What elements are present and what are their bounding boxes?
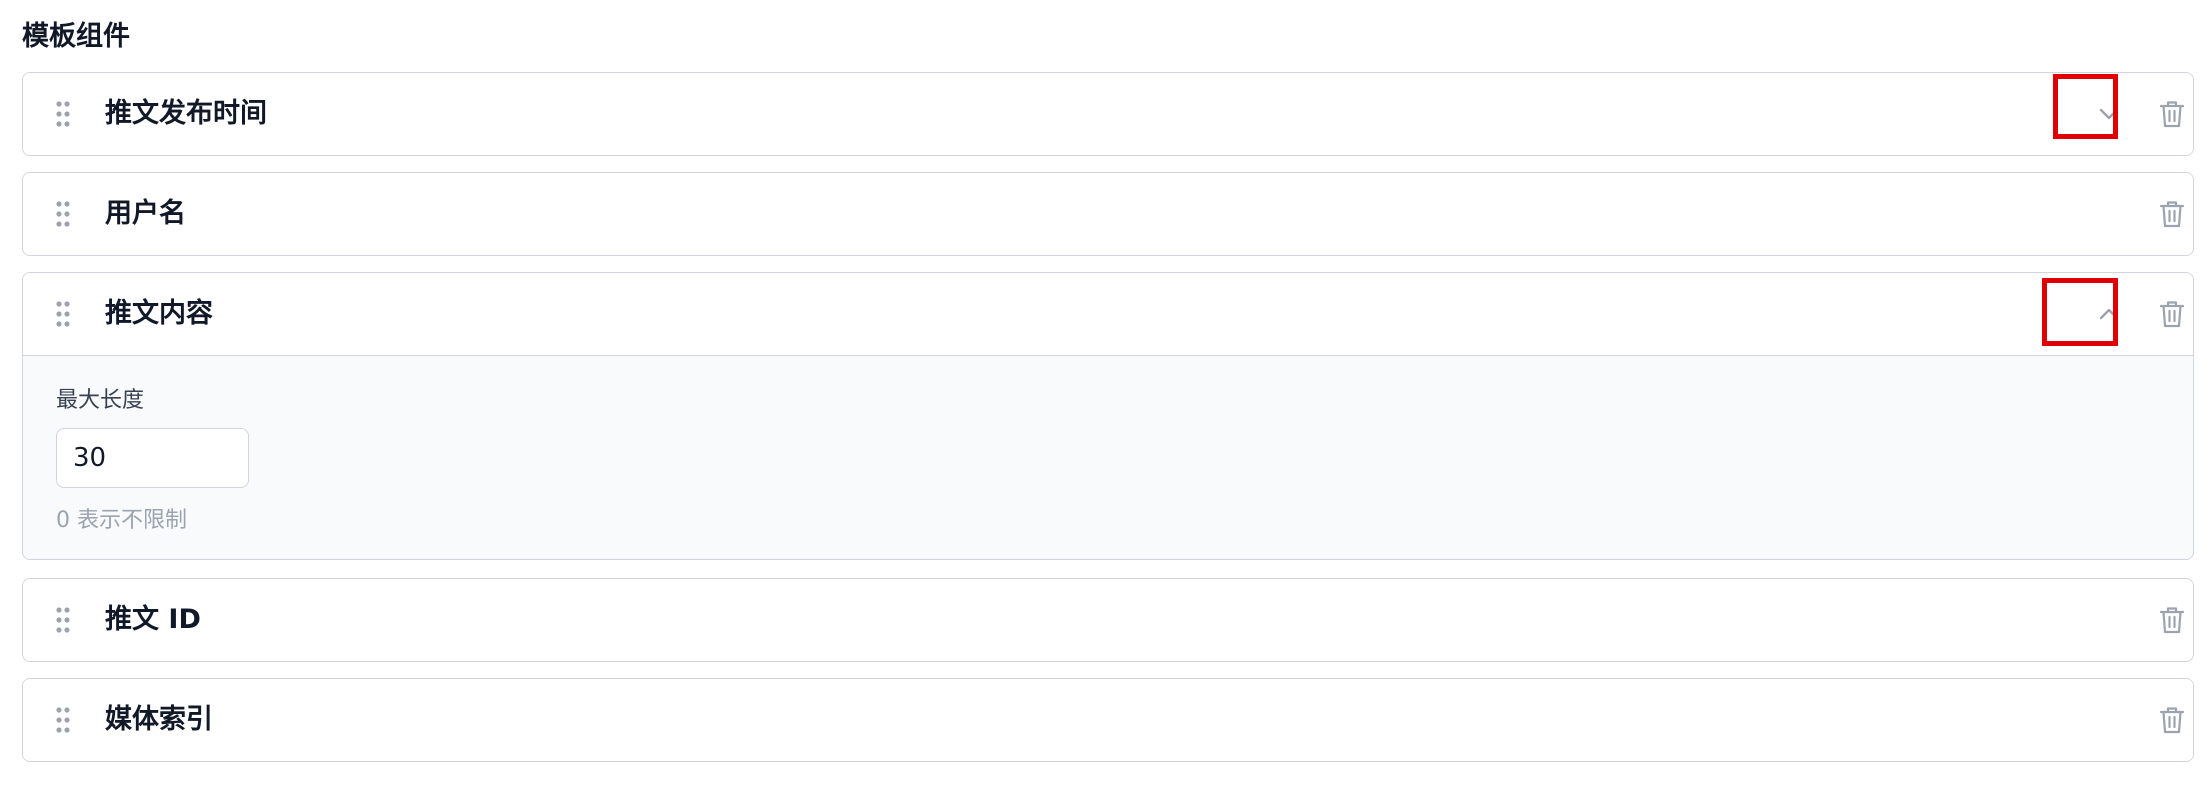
max-length-label: 最大长度 bbox=[56, 388, 145, 413]
component-card: 用户名 bbox=[22, 172, 2194, 256]
component-header[interactable]: 推文 ID bbox=[23, 579, 2193, 661]
trash-icon[interactable] bbox=[2150, 698, 2193, 742]
component-title: 用户名 bbox=[105, 198, 186, 229]
component-title: 推文发布时间 bbox=[105, 98, 267, 129]
drag-handle-icon[interactable] bbox=[55, 101, 71, 127]
component-header[interactable]: 推文发布时间 bbox=[23, 73, 2193, 155]
trash-icon[interactable] bbox=[2150, 92, 2193, 136]
component-header[interactable]: 媒体索引 bbox=[23, 679, 2193, 761]
max-length-hint: 0 表示不限制 bbox=[56, 508, 187, 533]
component-settings-panel: 最大长度 0 表示不限制 bbox=[23, 355, 2193, 559]
trash-icon[interactable] bbox=[2150, 192, 2193, 236]
trash-icon[interactable] bbox=[2150, 292, 2193, 336]
section-title: 模板组件 bbox=[22, 21, 130, 52]
component-card: 推文 ID bbox=[22, 578, 2194, 662]
component-header[interactable]: 推文内容 bbox=[23, 273, 2193, 355]
component-title: 媒体索引 bbox=[105, 704, 213, 735]
component-title: 推文 ID bbox=[105, 604, 201, 635]
max-length-input[interactable] bbox=[56, 428, 249, 488]
component-title: 推文内容 bbox=[105, 298, 213, 329]
drag-handle-icon[interactable] bbox=[55, 201, 71, 227]
drag-handle-icon[interactable] bbox=[55, 607, 71, 633]
drag-handle-icon[interactable] bbox=[55, 707, 71, 733]
chevron-down-icon[interactable] bbox=[2087, 92, 2131, 136]
component-card-expanded: 推文内容 最大长度 0 表示不限制 bbox=[22, 272, 2194, 560]
drag-handle-icon[interactable] bbox=[55, 301, 71, 327]
component-card: 媒体索引 bbox=[22, 678, 2194, 762]
chevron-up-icon[interactable] bbox=[2087, 292, 2131, 336]
component-card: 推文发布时间 bbox=[22, 72, 2194, 156]
component-header[interactable]: 用户名 bbox=[23, 173, 2193, 255]
trash-icon[interactable] bbox=[2150, 598, 2193, 642]
